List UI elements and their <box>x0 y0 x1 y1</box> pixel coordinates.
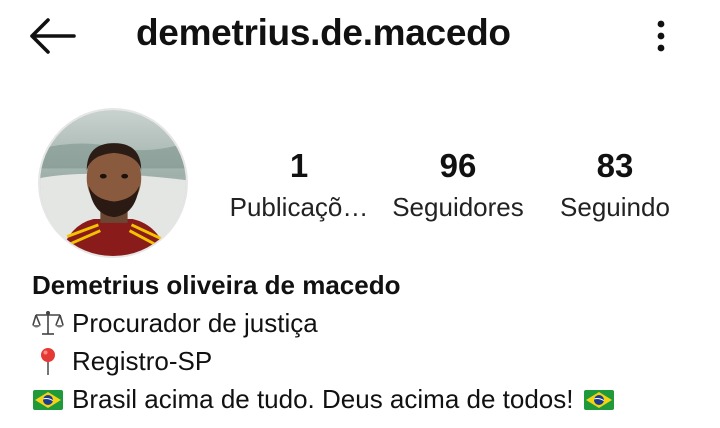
followers-count[interactable]: 96 Seguidores <box>384 146 532 224</box>
bio-line-text: Brasil acima de tudo. Deus acima de todo… <box>72 384 574 414</box>
profile-bio: Demetrius oliveira de macedo Procurador … <box>32 266 712 418</box>
followers-value: 96 <box>439 147 477 184</box>
vertical-dots-icon <box>657 20 665 52</box>
more-options-button[interactable] <box>646 14 676 58</box>
scales-icon <box>32 308 64 338</box>
profile-username: demetrius.de.macedo <box>136 12 511 53</box>
followers-label: Seguidores <box>392 192 524 222</box>
following-value: 83 <box>596 147 634 184</box>
following-count[interactable]: 83 Seguindo <box>548 146 682 224</box>
back-button[interactable] <box>26 16 78 56</box>
bio-line: Brasil acima de tudo. Deus acima de todo… <box>32 380 712 418</box>
bio-line-text: Registro-SP <box>72 346 213 376</box>
top-app-bar: demetrius.de.macedo <box>0 0 720 72</box>
profile-avatar[interactable] <box>38 108 188 258</box>
bio-line-text: Procurador de justiça <box>72 308 318 338</box>
posts-count[interactable]: 1 Publicaçõ… <box>224 146 374 224</box>
posts-value: 1 <box>289 147 309 184</box>
avatar-photo <box>40 110 186 256</box>
arrow-left-icon <box>30 18 76 54</box>
brazil-flag-icon <box>583 384 615 414</box>
following-label: Seguindo <box>560 192 670 222</box>
bio-line: Registro-SP <box>32 342 712 380</box>
profile-full-name: Demetrius oliveira de macedo <box>32 270 401 300</box>
bio-line: Procurador de justiça <box>32 304 712 342</box>
brazil-flag-icon <box>32 384 64 414</box>
pin-icon <box>32 346 64 376</box>
posts-label: Publicaçõ… <box>229 192 369 222</box>
